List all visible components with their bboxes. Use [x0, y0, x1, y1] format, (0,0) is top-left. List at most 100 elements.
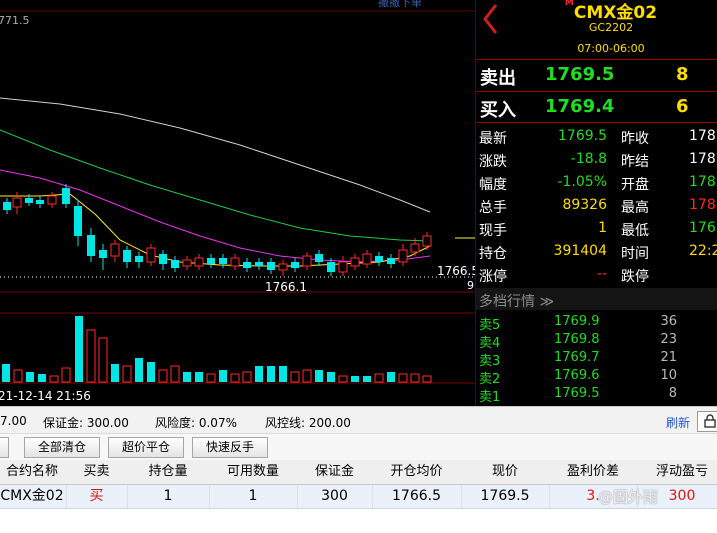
candle-body [12, 197, 22, 208]
metric-value: -18.8 [570, 151, 607, 167]
volume-bar [86, 329, 96, 383]
volume-bar [315, 370, 323, 382]
depth-volume: 10 [660, 368, 677, 383]
low-price-label: 1766.1 [265, 280, 307, 294]
metric-value: 391404 [553, 243, 607, 259]
column-header[interactable]: 买卖 [66, 460, 128, 485]
column-header[interactable]: 持仓量 [127, 460, 210, 485]
metric-row: 涨停 -- 跌停 [476, 264, 717, 286]
metric-value: 178 [689, 151, 716, 167]
metric-label: 总手 [479, 200, 507, 216]
volume-bar [410, 373, 420, 383]
volume-bar [387, 372, 395, 382]
column-header[interactable]: 盈利价差 [549, 460, 638, 485]
buy-label: 买入 [480, 100, 516, 121]
metric-label: 涨停 [479, 269, 507, 285]
metric-label: 幅度 [479, 177, 507, 193]
depth-row[interactable]: 卖4 1769.8 23 [476, 331, 717, 351]
lock-icon[interactable] [697, 411, 717, 432]
volume-bar [183, 372, 191, 382]
buy-row[interactable]: 买入 1769.4 6 [476, 94, 717, 122]
metric-label: 最低 [621, 223, 649, 239]
top-menu-label[interactable]: 撤撤下单 [378, 0, 422, 9]
metric-label: 时间 [621, 246, 649, 262]
depth-row[interactable]: 卖5 1769.9 36 [476, 313, 717, 333]
volume-bar [279, 366, 287, 382]
depth-volume: 36 [660, 314, 677, 329]
close-all-button[interactable]: 全部清仓 [24, 437, 100, 458]
quick-reverse-button[interactable]: 快速反手 [192, 437, 268, 458]
candle-body [362, 253, 372, 265]
column-header[interactable]: 开仓均价 [372, 460, 462, 485]
depth-price: 1769.6 [554, 368, 600, 383]
candle-body [243, 262, 251, 268]
candle-body [398, 249, 408, 263]
candle-body [327, 262, 335, 272]
candle-body [146, 247, 156, 263]
column-header[interactable]: 浮动盈亏 [637, 460, 717, 485]
chart-canvas: 771.5 撤撤下单 1766.5 9 1766.1 21-12-14 21:5… [0, 0, 475, 403]
candle-body [171, 260, 179, 268]
candle-body [74, 206, 82, 236]
divider [476, 59, 717, 60]
candle-body [123, 250, 131, 262]
candle-body [3, 202, 11, 210]
candle-body [159, 254, 167, 264]
table-cell: 1766.5 [372, 485, 462, 508]
candle-body [47, 195, 57, 205]
right-count-label: 9 [467, 279, 474, 292]
depth-header[interactable]: 多档行情 ≫ [476, 288, 717, 310]
depth-row[interactable]: 卖3 1769.7 21 [476, 349, 717, 369]
volume-bar [219, 370, 227, 382]
metric-label: 跌停 [621, 269, 649, 285]
metric-value: -1.05% [557, 174, 607, 190]
depth-title: 多档行情 [479, 294, 535, 310]
volume-bar [98, 337, 108, 383]
column-header[interactable]: 可用数量 [209, 460, 298, 485]
column-header[interactable]: 现价 [461, 460, 550, 485]
metric-row: 涨跌 -18.8 昨结 178 [476, 149, 717, 171]
candle-body [422, 235, 432, 247]
volume-bar [230, 373, 240, 383]
instrument-name: CMX金02 [573, 3, 658, 23]
over-price-close-button[interactable]: 超价平仓 [108, 437, 184, 458]
refresh-link[interactable]: 刷新 [666, 414, 690, 431]
sell-label: 卖出 [480, 68, 516, 89]
pointer-price-label: 1766.5 [437, 264, 475, 278]
volume-bar [195, 372, 203, 382]
candle-body [291, 262, 299, 268]
column-header[interactable]: 合约名称 [0, 460, 67, 485]
risk-line-text: 风控线: 200.00 [265, 416, 351, 430]
candlestick-chart[interactable]: 771.5 撤撤下单 1766.5 9 1766.1 21-12-14 21:5… [0, 0, 475, 406]
metric-value: -- [596, 266, 607, 282]
depth-level: 卖1 [479, 390, 501, 405]
metric-value: 178 [689, 197, 716, 213]
volume-bar [242, 371, 252, 383]
metric-label: 最新 [479, 131, 507, 147]
depth-row[interactable]: 卖2 1769.6 10 [476, 367, 717, 387]
back-arrow-icon[interactable] [480, 2, 502, 36]
candle-body [267, 262, 275, 270]
depth-row[interactable]: 卖1 1769.5 8 [476, 385, 717, 405]
metric-row: 最新 1769.5 昨收 178 [476, 126, 717, 148]
quote-panel: MCMX金02 GC2202 07:00-06:00 卖出 1769.5 8 买… [476, 0, 717, 406]
moving-average-lines [0, 97, 431, 267]
sell-row[interactable]: 卖出 1769.5 8 [476, 62, 717, 90]
partial-button[interactable] [0, 437, 9, 458]
candle-body [36, 200, 44, 204]
metric-row: 幅度 -1.05% 开盘 178 [476, 172, 717, 194]
buy-price: 1769.4 [545, 96, 615, 117]
volume-bar [170, 365, 180, 383]
metric-label: 昨收 [621, 131, 649, 147]
volume-bar [13, 369, 23, 383]
metric-label: 涨跌 [479, 154, 507, 170]
column-header[interactable]: 保证金 [297, 460, 373, 485]
table-cell: 买 [66, 485, 128, 508]
double-chevron-down-icon: ≫ [539, 294, 555, 310]
volume-bar [327, 372, 335, 382]
volume-bar [49, 375, 59, 383]
metric-row: 总手 89326 最高 178 [476, 195, 717, 217]
depth-price: 1769.5 [554, 386, 600, 401]
metric-value: 178 [689, 128, 716, 144]
candle-body [387, 258, 395, 264]
